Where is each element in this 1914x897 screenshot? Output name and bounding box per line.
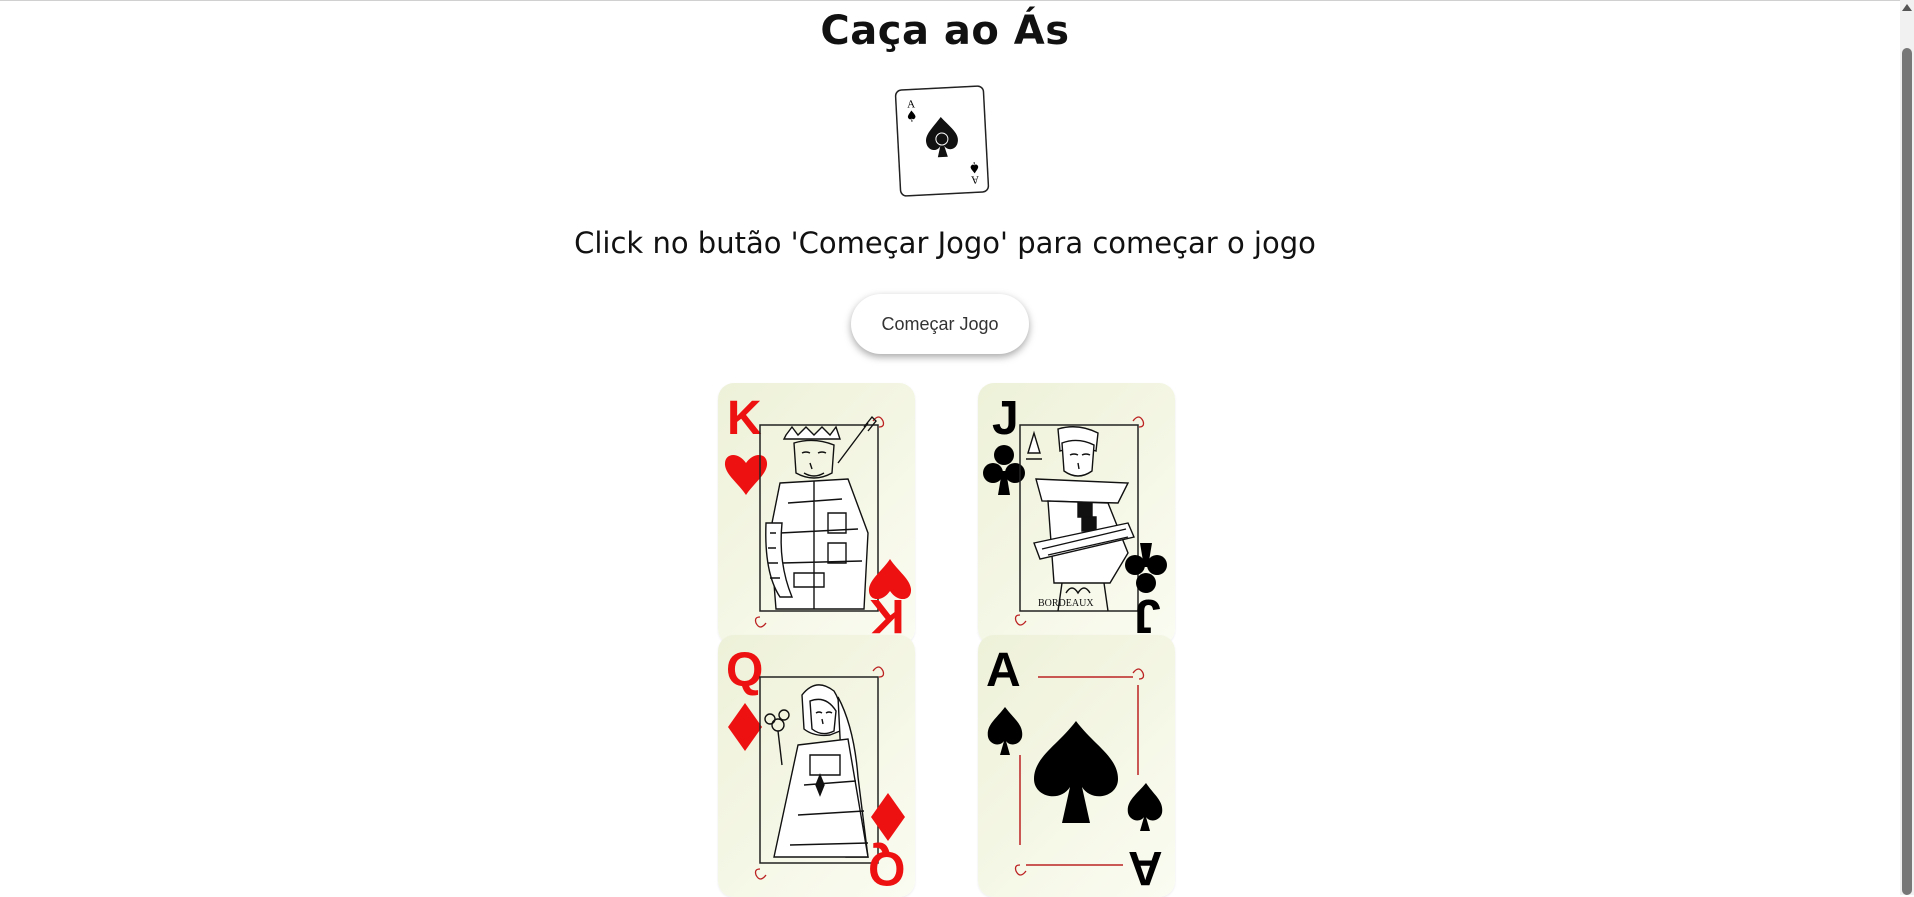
svg-text:BORDEAUX: BORDEAUX bbox=[1038, 598, 1094, 609]
logo-card-rank-top: A bbox=[907, 98, 916, 110]
club-icon bbox=[983, 445, 1025, 495]
card-queen-of-diamonds[interactable]: Q Q bbox=[718, 635, 915, 897]
card-q-rank-bottom: Q bbox=[868, 841, 906, 894]
vertical-scrollbar[interactable] bbox=[1900, 0, 1914, 895]
card-k-rank-bottom: K bbox=[870, 589, 905, 642]
center-spade-icon bbox=[1034, 721, 1118, 823]
start-game-button[interactable]: Começar Jogo bbox=[851, 294, 1029, 354]
card-a-rank-bottom: A bbox=[1128, 841, 1163, 894]
scroll-up-arrow-icon[interactable] bbox=[1902, 4, 1912, 11]
card-jack-of-clubs[interactable]: J BORDEAUX J bbox=[978, 383, 1175, 645]
diamond-icon bbox=[871, 793, 905, 841]
card-ace-of-spades[interactable]: A A bbox=[978, 635, 1175, 897]
scrollbar-thumb[interactable] bbox=[1902, 48, 1912, 895]
diamond-icon bbox=[728, 703, 762, 751]
spade-icon bbox=[987, 707, 1023, 755]
spade-icon bbox=[1127, 783, 1163, 831]
card-j-rank-bottom: J bbox=[1134, 589, 1161, 642]
logo-card-rank-bottom: A bbox=[971, 173, 980, 185]
card-king-of-hearts[interactable]: K K bbox=[718, 383, 915, 645]
instruction-message: Click no butão 'Começar Jogo' para começ… bbox=[574, 226, 1316, 260]
king-figure-icon bbox=[765, 415, 877, 610]
page-title: Caça ao Ás bbox=[820, 8, 1070, 54]
queen-figure-icon bbox=[764, 684, 869, 858]
jack-figure-icon bbox=[1026, 426, 1135, 612]
ace-of-spades-logo-card: A A bbox=[894, 85, 990, 198]
window-top-border bbox=[0, 0, 1914, 1]
